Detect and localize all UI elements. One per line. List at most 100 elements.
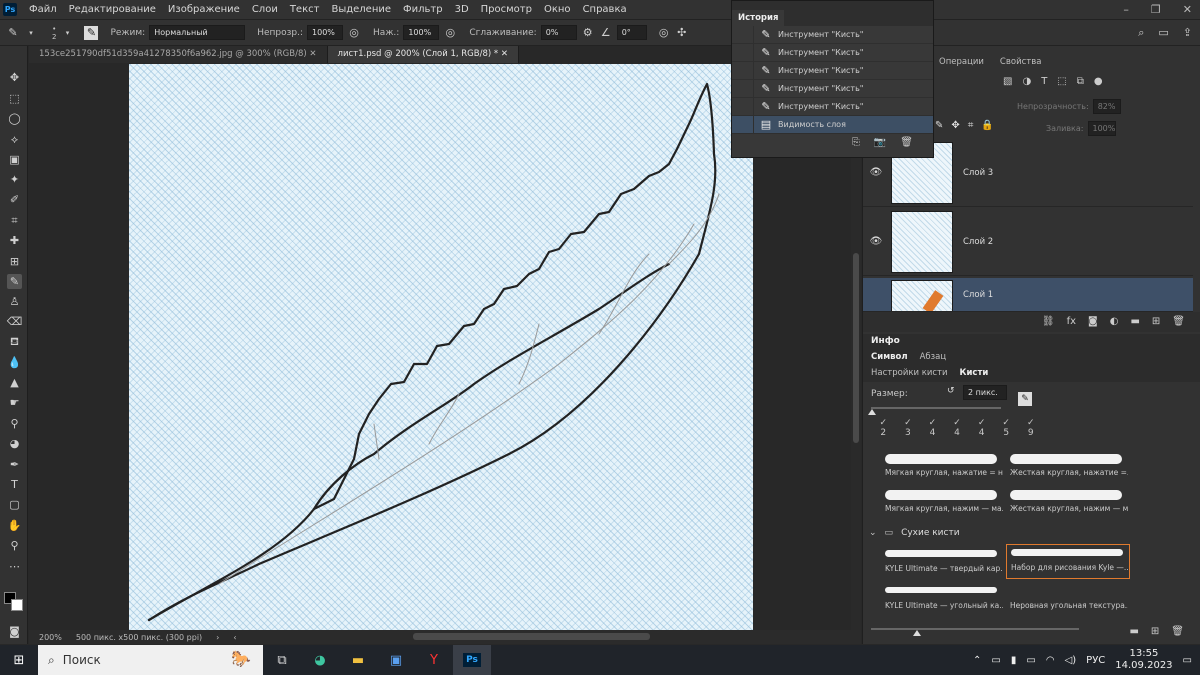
angle-input[interactable]: 0°	[616, 25, 647, 40]
dodge-tool-icon[interactable]: ⚲	[7, 416, 22, 431]
menu-type[interactable]: Текст	[284, 4, 326, 15]
layer-row[interactable]: 👁 Слой 2	[863, 208, 1193, 276]
paint-bucket-icon[interactable]: ⛾	[7, 335, 22, 350]
close-icon[interactable]: ✕	[501, 49, 508, 59]
airbrush-icon[interactable]: ◎	[443, 26, 457, 40]
microphone-icon[interactable]: ▮	[1011, 655, 1017, 666]
brush-tool-icon[interactable]: ✎	[6, 26, 20, 40]
pressure-opacity-icon[interactable]: ◎	[347, 26, 361, 40]
symmetry-icon[interactable]: ✣	[675, 26, 689, 40]
menu-help[interactable]: Справка	[577, 4, 633, 15]
photoshop-logo-icon[interactable]: Ps	[3, 3, 17, 16]
folder-icon[interactable]: ▬	[1129, 626, 1138, 637]
yandex-browser-icon[interactable]: Y	[415, 645, 453, 675]
layer-name[interactable]: Слой 1	[963, 290, 993, 300]
filter-toggle-icon[interactable]: ●	[1094, 76, 1103, 87]
edge-icon[interactable]: ◕	[301, 645, 339, 675]
tab-character[interactable]: Символ	[871, 352, 908, 362]
tab-brushes[interactable]: Кисти	[960, 368, 989, 378]
scroll-thumb[interactable]	[853, 253, 859, 443]
folder-icon[interactable]: ▬	[1130, 316, 1139, 332]
language-indicator[interactable]: РУС	[1086, 655, 1105, 666]
chevron-up-icon[interactable]: ⌃	[973, 655, 981, 666]
chevron-left-icon[interactable]: ‹	[233, 633, 236, 642]
clock[interactable]: 13:55 14.09.2023	[1115, 648, 1172, 672]
eye-icon[interactable]: 👁	[863, 236, 889, 247]
lasso-tool-icon[interactable]: ◯	[7, 111, 22, 126]
taskbar-search[interactable]: ⌕ Поиск 🐎	[38, 645, 263, 675]
layer-name[interactable]: Слой 3	[963, 168, 993, 178]
move-tool-icon[interactable]: ✥	[7, 70, 22, 85]
network-icon[interactable]: ▭	[1026, 655, 1035, 666]
background-color-swatch[interactable]	[11, 599, 23, 611]
image-filter-icon[interactable]: ▧	[1003, 76, 1012, 87]
menu-select[interactable]: Выделение	[325, 4, 397, 15]
close-icon[interactable]: ✕	[1183, 3, 1192, 16]
eye-icon[interactable]: 👁	[863, 167, 889, 178]
trash-icon[interactable]: 🗑	[900, 137, 913, 157]
menu-view[interactable]: Просмотр	[475, 4, 538, 15]
brush-cell[interactable]: Жесткая круглая, нажатие =...	[1006, 450, 1130, 480]
brush-settings-toggle-icon[interactable]: ✎	[84, 25, 99, 40]
history-title[interactable]: История	[732, 10, 785, 26]
marquee-tool-icon[interactable]: ⬚	[7, 91, 22, 106]
menu-file[interactable]: Файл	[23, 4, 63, 15]
size-input[interactable]: 2 пикс.	[963, 385, 1007, 400]
menu-image[interactable]: Изображение	[162, 4, 246, 15]
new-layer-icon[interactable]: ⊞	[1152, 316, 1160, 332]
brush-cell[interactable]: KYLE Ultimate — твердый кар...	[881, 546, 1005, 576]
document-canvas[interactable]	[129, 64, 753, 630]
preset-item[interactable]: ✓ 4	[920, 418, 945, 442]
menu-layers[interactable]: Слои	[246, 4, 284, 15]
tab-actions[interactable]: Операции	[939, 57, 984, 67]
restore-icon[interactable]: ❐	[1151, 3, 1161, 16]
tab-properties[interactable]: Свойства	[1000, 57, 1042, 67]
lock-icon[interactable]: 🔒	[981, 120, 993, 131]
link-icon[interactable]: ⛓	[1042, 316, 1055, 332]
size-slider-track[interactable]	[871, 407, 1001, 409]
history-item[interactable]: ✎ Инструмент "Кисть"	[732, 97, 933, 116]
brush-tool-icon[interactable]: ✎	[7, 274, 22, 289]
preset-item[interactable]: ✓ 3	[896, 418, 921, 442]
chevron-down-icon[interactable]: ⌄	[869, 528, 877, 538]
patch-tool-icon[interactable]: ⊞	[7, 254, 22, 269]
more-tools-icon[interactable]: ⋯	[7, 559, 22, 574]
new-brush-icon[interactable]: ⊞	[1151, 626, 1159, 637]
snapshot-checkbox[interactable]	[732, 79, 754, 98]
preset-item[interactable]: ✓ 4	[969, 418, 994, 442]
info-tab[interactable]: Инфо	[863, 334, 1200, 348]
brush-cell[interactable]: Мягкая круглая, нажим — ма...	[881, 486, 1005, 516]
brush-folder[interactable]: ⌄ ▭ Сухие кисти	[869, 528, 960, 538]
eraser-icon[interactable]: ⌫	[7, 314, 23, 329]
trash-icon[interactable]: 🗑	[1171, 626, 1184, 637]
snapshot-checkbox[interactable]	[732, 43, 754, 62]
opacity-input[interactable]: 100%	[307, 25, 344, 40]
thumb-size-thumb[interactable]	[913, 630, 921, 636]
preset-item[interactable]: ✓ 2	[871, 418, 896, 442]
wifi-icon[interactable]: ◠	[1046, 655, 1055, 666]
lock-brush-icon[interactable]: ✎	[935, 120, 943, 131]
history-item[interactable]: ✎ Инструмент "Кисть"	[732, 61, 933, 80]
tab-document-1[interactable]: 153ce251790df51d359a41278350f6a962.jpg @…	[29, 46, 328, 63]
history-item[interactable]: ✎ Инструмент "Кисть"	[732, 79, 933, 98]
device-icon[interactable]: ▭	[991, 655, 1000, 666]
task-view-icon[interactable]: ⧉	[263, 645, 301, 675]
chevron-down-icon[interactable]: ▾	[60, 26, 74, 40]
mode-select[interactable]: Нормальный	[149, 25, 246, 40]
new-brush-icon[interactable]: ✎	[1018, 392, 1032, 406]
brush-preset-picker[interactable]: • 2	[52, 25, 56, 41]
store-icon[interactable]: ▣	[377, 645, 415, 675]
close-icon[interactable]: ✕	[309, 49, 316, 59]
fx-icon[interactable]: fx	[1067, 316, 1076, 332]
blur-tool-icon[interactable]: 💧	[7, 355, 22, 370]
preset-item[interactable]: ✓ 9	[1018, 418, 1043, 442]
zoom-tool-icon[interactable]: ⚲	[7, 538, 22, 553]
smudge-tool-icon[interactable]: ☛	[7, 395, 22, 410]
notification-icon[interactable]: ▭	[1183, 655, 1192, 666]
menu-window[interactable]: Окно	[538, 4, 577, 15]
type-filter-icon[interactable]: T	[1041, 76, 1047, 87]
preset-item[interactable]: ✓ 4	[945, 418, 970, 442]
pressure-size-icon[interactable]: ◎	[657, 26, 671, 40]
share-icon[interactable]: ⇪	[1183, 26, 1192, 40]
quick-mask-icon[interactable]: ◙	[7, 624, 22, 639]
